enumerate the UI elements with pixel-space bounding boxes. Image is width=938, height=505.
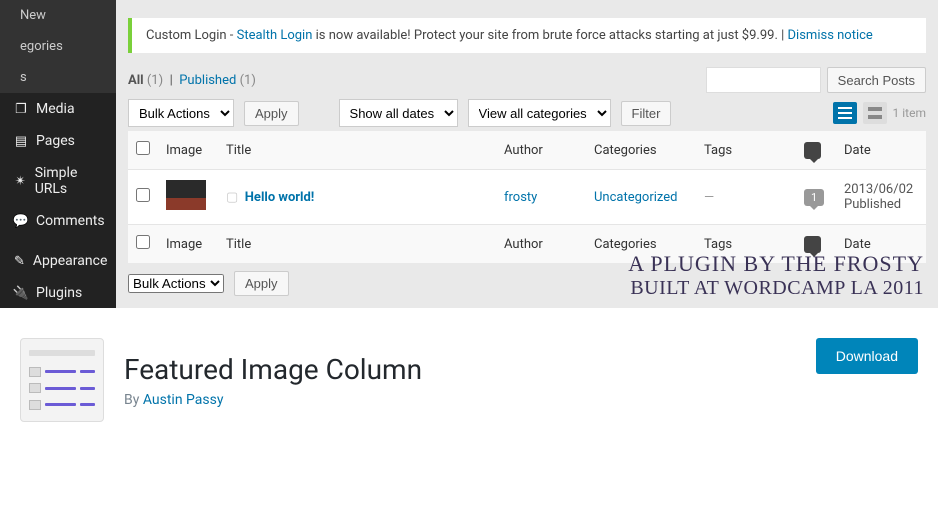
col-date[interactable]: Date <box>836 131 926 170</box>
col-comments[interactable] <box>796 131 836 170</box>
plugin-header: Featured Image Column By Austin Passy Do… <box>0 308 938 442</box>
category-link[interactable]: Uncategorized <box>594 190 677 205</box>
date-filter-select[interactable]: Show all dates <box>339 99 458 127</box>
sidebar-item-tags[interactable]: s <box>0 62 116 93</box>
no-image-icon: ▢ <box>226 190 238 205</box>
post-title-link[interactable]: Hello world! <box>245 190 315 205</box>
sidebar-item-new[interactable]: New <box>0 0 116 31</box>
col-image[interactable]: Image <box>158 131 218 170</box>
comment-icon: 💬 <box>14 214 28 229</box>
pages-icon: ▤ <box>14 134 28 149</box>
col-author[interactable]: Author <box>496 131 586 170</box>
admin-content: Custom Login - Stealth Login is now avai… <box>116 0 938 308</box>
sidebar-item-simple-urls[interactable]: ✴Simple URLs <box>0 157 116 205</box>
wp-admin-sidebar: New egories s ❐Media ▤Pages ✴Simple URLs… <box>0 0 116 308</box>
media-icon: ❐ <box>14 102 28 117</box>
search-input[interactable] <box>706 67 821 93</box>
comment-icon <box>804 142 821 159</box>
plugin-byline: By Austin Passy <box>124 392 422 408</box>
plugin-title: Featured Image Column <box>124 353 422 386</box>
comment-icon <box>804 236 821 253</box>
col-categories[interactable]: Categories <box>586 131 696 170</box>
bulk-apply-button[interactable]: Apply <box>244 101 299 126</box>
admin-notice: Custom Login - Stealth Login is now avai… <box>128 18 926 53</box>
plugin-credit: A PLUGIN BY THE FROSTY BUILT AT WORDCAMP… <box>628 251 924 300</box>
link-icon: ✴ <box>14 174 27 189</box>
row-checkbox[interactable] <box>136 188 150 202</box>
download-button[interactable]: Download <box>816 338 918 374</box>
featured-image-thumb <box>166 180 206 210</box>
filter-button[interactable]: Filter <box>621 101 672 126</box>
plugins-icon: 🔌 <box>14 286 28 301</box>
sidebar-item-media[interactable]: ❐Media <box>0 93 116 125</box>
bulk-actions-select-bottom[interactable]: Bulk Actions <box>128 274 224 293</box>
author-link[interactable]: frosty <box>504 190 537 205</box>
status-all[interactable]: All <box>128 73 144 88</box>
date-value: 2013/06/02 <box>844 182 913 197</box>
col-title[interactable]: Title <box>218 131 496 170</box>
select-all-checkbox-foot[interactable] <box>136 235 150 249</box>
bulk-apply-button-bottom[interactable]: Apply <box>234 271 289 296</box>
notice-dismiss-link[interactable]: Dismiss notice <box>788 28 873 43</box>
select-all-checkbox[interactable] <box>136 141 150 155</box>
col-tags[interactable]: Tags <box>696 131 796 170</box>
plugin-author-link[interactable]: Austin Passy <box>143 392 224 408</box>
view-list-button[interactable] <box>833 102 857 124</box>
sidebar-item-plugins[interactable]: 🔌Plugins <box>0 277 116 308</box>
posts-table: Image Title Author Categories Tags Date … <box>128 131 926 263</box>
sidebar-item-pages[interactable]: ▤Pages <box>0 125 116 157</box>
appearance-icon: ✎ <box>14 254 25 269</box>
comment-count[interactable]: 1 <box>804 189 824 206</box>
table-row: ▢ Hello world! frosty Uncategorized — 1 … <box>128 170 926 225</box>
notice-link-stealth[interactable]: Stealth Login <box>237 28 313 43</box>
category-filter-select[interactable]: View all categories <box>468 99 611 127</box>
sidebar-item-comments[interactable]: 💬Comments <box>0 205 116 237</box>
view-excerpt-button[interactable] <box>863 102 887 124</box>
item-count: 1 item <box>893 106 926 120</box>
search-button[interactable]: Search Posts <box>827 67 926 93</box>
status-value: Published <box>844 197 901 212</box>
screenshot-banner: New egories s ❐Media ▤Pages ✴Simple URLs… <box>0 0 938 308</box>
sidebar-item-appearance[interactable]: ✎Appearance <box>0 245 116 277</box>
bulk-actions-select[interactable]: Bulk Actions <box>128 99 234 127</box>
sidebar-item-categories[interactable]: egories <box>0 31 116 62</box>
plugin-icon <box>20 338 104 422</box>
tags-value: — <box>704 190 714 205</box>
status-links: All (1) | Published (1) <box>128 73 256 88</box>
status-published[interactable]: Published <box>179 73 236 88</box>
